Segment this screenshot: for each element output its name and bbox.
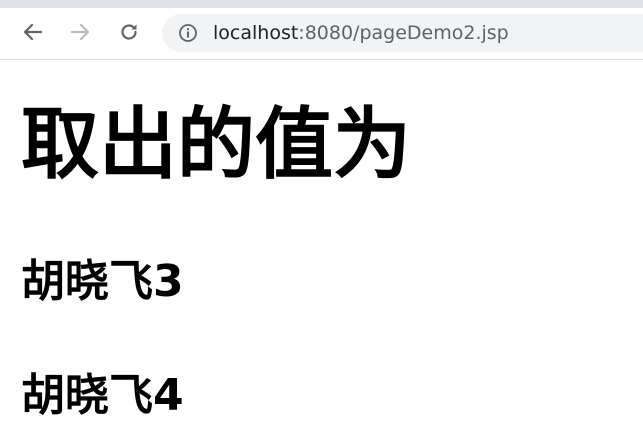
value-heading-2: 胡晓飞4 <box>21 370 184 421</box>
reload-icon <box>121 24 137 40</box>
page-title: 取出的值为 <box>21 100 412 190</box>
back-button[interactable] <box>19 18 47 46</box>
url-host: localhost <box>213 22 299 44</box>
arrow-left-icon <box>23 23 43 41</box>
address-bar[interactable]: localhost:8080/pageDemo2.jsp <box>162 14 643 52</box>
forward-button[interactable] <box>66 18 94 46</box>
reload-button[interactable] <box>115 18 143 46</box>
page-content: 取出的值为 胡晓飞3 胡晓飞4 <box>0 60 643 446</box>
arrow-right-icon <box>70 23 90 41</box>
info-icon[interactable] <box>178 23 198 43</box>
browser-chrome: localhost:8080/pageDemo2.jsp <box>0 0 643 60</box>
browser-toolbar: localhost:8080/pageDemo2.jsp <box>0 8 643 60</box>
value-heading-1: 胡晓飞3 <box>21 256 184 307</box>
tab-strip <box>0 0 643 8</box>
url-path: :8080/pageDemo2.jsp <box>298 22 509 44</box>
url-text[interactable]: localhost:8080/pageDemo2.jsp <box>213 21 509 45</box>
